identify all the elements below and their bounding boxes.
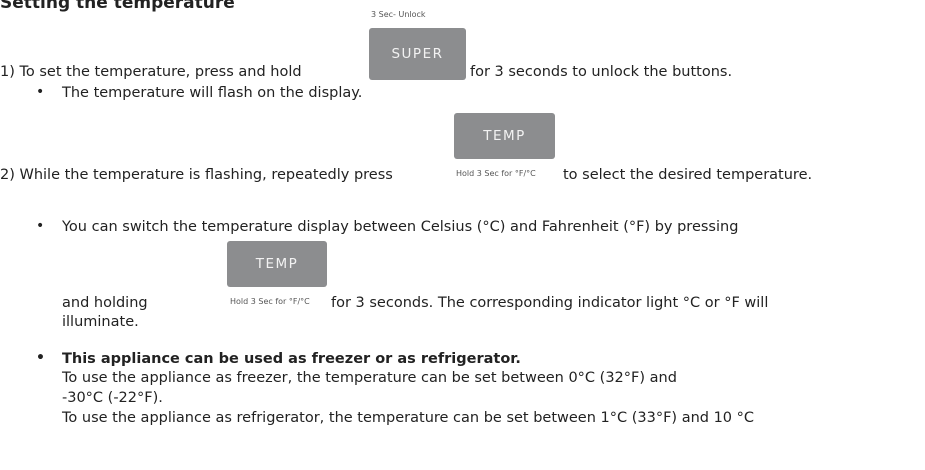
super-button-label: SUPER (391, 46, 444, 62)
section-heading: Setting the temperature (0, 0, 235, 13)
temp-button-image: TEMP (454, 113, 555, 159)
temp-button-label: TEMP (255, 256, 299, 272)
bullet-icon: • (36, 218, 45, 234)
bullet-icon: • (36, 84, 45, 100)
step1-text-prefix: 1) To set the temperature, press and hol… (0, 64, 302, 80)
step1-bullet-text: The temperature will flash on the displa… (62, 85, 363, 101)
switch-units-suffix: for 3 seconds. The corresponding indicat… (331, 295, 769, 311)
freezer-title: This appliance can be used as freezer or… (62, 351, 521, 367)
freezer-line1: To use the appliance as freezer, the tem… (62, 370, 677, 386)
step2-text-prefix: 2) While the temperature is flashing, re… (0, 167, 393, 183)
super-unlock-caption: 3 Sec- Unlock (371, 10, 426, 19)
switch-units-line3: illuminate. (62, 314, 139, 330)
temp-button-caption: Hold 3 Sec for °F/°C (456, 169, 536, 178)
super-button-image: SUPER (369, 28, 466, 80)
temp-button-label: TEMP (483, 128, 526, 144)
switch-units-prefix: and holding (62, 295, 148, 311)
freezer-line2: -30°C (-22°F). (62, 390, 163, 406)
temp-button-caption: Hold 3 Sec for °F/°C (230, 297, 310, 306)
temp-button-image: TEMP (227, 241, 327, 287)
bullet-icon: • (36, 350, 45, 366)
switch-units-text: You can switch the temperature display b… (62, 219, 739, 235)
freezer-line3: To use the appliance as refrigerator, th… (62, 410, 755, 426)
step2-text-suffix: to select the desired temperature. (563, 167, 813, 183)
step1-text-suffix: for 3 seconds to unlock the buttons. (470, 64, 733, 80)
